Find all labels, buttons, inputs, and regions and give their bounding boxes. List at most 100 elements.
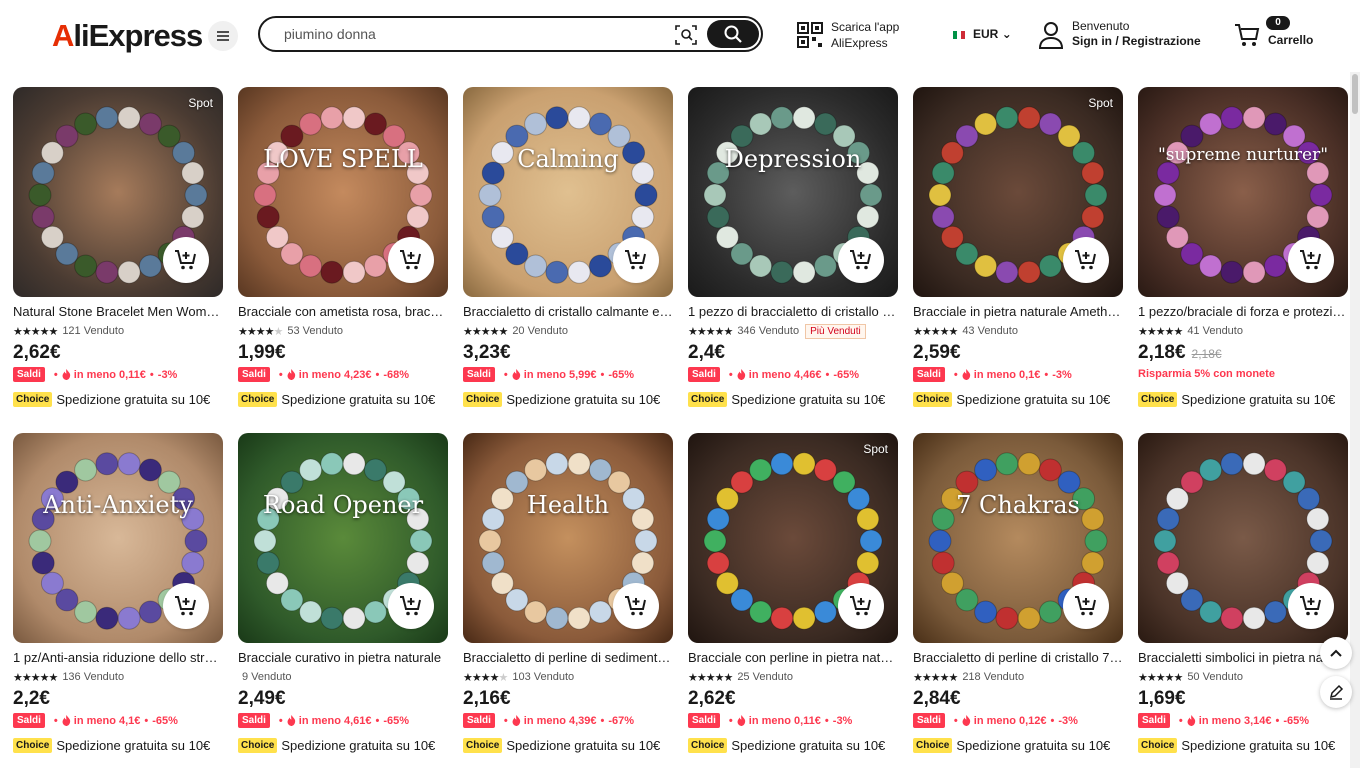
page-scrollbar[interactable]: [1350, 72, 1360, 768]
add-to-cart-icon: [1075, 596, 1096, 616]
deal-row: Saldi • in meno 4,39€ • -67%: [463, 713, 634, 728]
separator-dot: •: [375, 368, 380, 381]
scrollbar-thumb[interactable]: [1352, 74, 1358, 114]
currency-label: EUR: [973, 27, 999, 41]
flame-icon: [737, 715, 745, 726]
product-title[interactable]: Bracciale in pietra naturale Amethyst: [913, 304, 1123, 319]
deal-row: Saldi • in meno 4,61€ • -65%: [238, 713, 409, 728]
product-image[interactable]: "supreme nurturer": [1138, 87, 1348, 297]
product-image[interactable]: Spot: [913, 87, 1123, 297]
separator-dot: •: [278, 368, 283, 381]
add-to-cart-button[interactable]: [1063, 237, 1109, 283]
product-card[interactable]: Anti-Anxiety 1 pz/Anti-ansia riduzione de…: [13, 433, 223, 763]
rating-row: ★★★★★ 103 Venduto: [463, 670, 574, 684]
product-title[interactable]: Bracciale con ametista rosa, braccialett…: [238, 304, 448, 319]
download-app-link[interactable]: Scarica l'app AliExpress: [797, 19, 907, 53]
cart-label: Carrello: [1268, 33, 1314, 47]
choice-badge: Choice: [463, 391, 503, 407]
separator-dot: •: [53, 714, 58, 727]
rating-row: ★★★★★ 346 Venduto Più Venduti: [688, 323, 866, 339]
add-to-cart-button[interactable]: [388, 237, 434, 283]
add-to-cart-button[interactable]: [388, 583, 434, 629]
shipping-row: Choice Spedizione gratuita su 10€: [238, 737, 435, 753]
product-image[interactable]: Depression: [688, 87, 898, 297]
flame-icon: [512, 715, 520, 726]
product-card[interactable]: Spot Bracciale in pietra naturale Amethys…: [913, 87, 1123, 417]
product-title[interactable]: 1 pz/Anti-ansia riduzione dello stress b…: [13, 650, 223, 665]
product-title[interactable]: Bracciale curativo in pietra naturale: [238, 650, 448, 665]
product-card[interactable]: Calming Braccialetto di cristallo calmant…: [463, 87, 673, 417]
product-image[interactable]: Spot: [688, 433, 898, 643]
add-to-cart-icon: [850, 250, 871, 270]
cart-button[interactable]: 0 Carrello: [1234, 16, 1324, 54]
product-image[interactable]: Road Opener: [238, 433, 448, 643]
add-to-cart-button[interactable]: [1288, 583, 1334, 629]
product-image[interactable]: Health: [463, 433, 673, 643]
product-card[interactable]: Spot Natural Stone Bracelet Men Women Hea…: [13, 87, 223, 417]
deal-amount: in meno 3,14€: [1198, 714, 1272, 727]
product-title[interactable]: Braccialetto di perline di sedimento nat…: [463, 650, 673, 665]
search-bar[interactable]: piumino donna: [258, 16, 763, 52]
product-card[interactable]: Depression 1 pezzo di braccialetto di cri…: [688, 87, 898, 417]
price-row: 3,23€: [463, 342, 511, 364]
image-caption: Anti-Anxiety: [43, 491, 193, 519]
deal-row: Saldi • in meno 3,14€ • -65%: [1138, 713, 1309, 728]
add-to-cart-button[interactable]: [838, 583, 884, 629]
separator-dot: •: [728, 714, 733, 727]
product-card[interactable]: Braccialetti simbolici in pietra natural…: [1138, 433, 1348, 763]
feedback-button[interactable]: [1320, 676, 1352, 708]
image-caption: Road Opener: [262, 491, 424, 519]
currency-selector[interactable]: EUR ⌄: [953, 27, 1012, 41]
add-to-cart-button[interactable]: [1063, 583, 1109, 629]
product-image[interactable]: LOVE SPELL: [238, 87, 448, 297]
shipping-row: Choice Spedizione gratuita su 10€: [913, 391, 1110, 407]
product-image[interactable]: Calming: [463, 87, 673, 297]
product-title[interactable]: Bracciale con perline in pietra naturale: [688, 650, 898, 665]
product-title[interactable]: Braccialetti simbolici in pietra natural…: [1138, 650, 1348, 665]
add-to-cart-button[interactable]: [613, 237, 659, 283]
product-title[interactable]: 1 pezzo di braccialetto di cristallo nat…: [688, 304, 898, 319]
star-rating-icon: ★★★★★: [238, 325, 283, 338]
sale-badge: Saldi: [1138, 713, 1170, 728]
free-shipping-text: Spedizione gratuita su 10€: [56, 737, 211, 753]
product-card[interactable]: Health Braccialetto di perline di sedimen…: [463, 433, 673, 763]
add-to-cart-icon: [1300, 250, 1321, 270]
product-title[interactable]: Braccialetto di cristallo calmante e ril…: [463, 304, 673, 319]
product-title[interactable]: Braccialetto di perline di cristallo 7 c…: [913, 650, 1123, 665]
product-image[interactable]: 7 Chakras: [913, 433, 1123, 643]
price-row: 2,16€: [463, 688, 511, 710]
flame-icon: [62, 715, 70, 726]
discount-percent: -3%: [832, 714, 853, 727]
product-card[interactable]: 7 Chakras Braccialetto di perline di cris…: [913, 433, 1123, 763]
product-image[interactable]: Anti-Anxiety: [13, 433, 223, 643]
sale-badge: Saldi: [13, 367, 45, 382]
star-rating-icon: ★★★★★: [688, 325, 733, 338]
product-card[interactable]: "supreme nurturer" 1 pezzo/braciale di fo…: [1138, 87, 1348, 417]
image-search-icon[interactable]: [674, 24, 698, 46]
add-to-cart-button[interactable]: [163, 237, 209, 283]
sale-badge: Saldi: [688, 367, 720, 382]
sold-count: 25 Venduto: [737, 671, 793, 683]
sold-count: 50 Venduto: [1187, 671, 1243, 683]
add-to-cart-button[interactable]: [838, 237, 884, 283]
product-title[interactable]: 1 pezzo/braciale di forza e protezione: [1138, 304, 1348, 319]
product-title[interactable]: Natural Stone Bracelet Men Women Healing…: [13, 304, 223, 319]
add-to-cart-button[interactable]: [163, 583, 209, 629]
account-menu[interactable]: Benvenuto Sign in / Registrazione: [1038, 18, 1208, 52]
product-image[interactable]: Spot: [13, 87, 223, 297]
rating-row: ★★★★★ 43 Venduto: [913, 324, 1018, 338]
product-card[interactable]: Spot Bracciale con perline in pietra natu…: [688, 433, 898, 763]
add-to-cart-button[interactable]: [1288, 237, 1334, 283]
aliexpress-logo[interactable]: AliExpress: [52, 18, 203, 54]
product-image[interactable]: [1138, 433, 1348, 643]
product-card[interactable]: Road Opener Bracciale curativo in pietra …: [238, 433, 448, 763]
add-to-cart-button[interactable]: [613, 583, 659, 629]
search-button[interactable]: [707, 20, 759, 48]
free-shipping-text: Spedizione gratuita su 10€: [956, 737, 1111, 753]
search-input[interactable]: piumino donna: [284, 26, 376, 42]
sign-in-link[interactable]: Sign in / Registrazione: [1072, 34, 1201, 48]
categories-menu-button[interactable]: [208, 21, 238, 51]
back-to-top-button[interactable]: [1320, 637, 1352, 669]
product-card[interactable]: LOVE SPELL Bracciale con ametista rosa, b…: [238, 87, 448, 417]
cart-count-badge: 0: [1266, 16, 1290, 30]
